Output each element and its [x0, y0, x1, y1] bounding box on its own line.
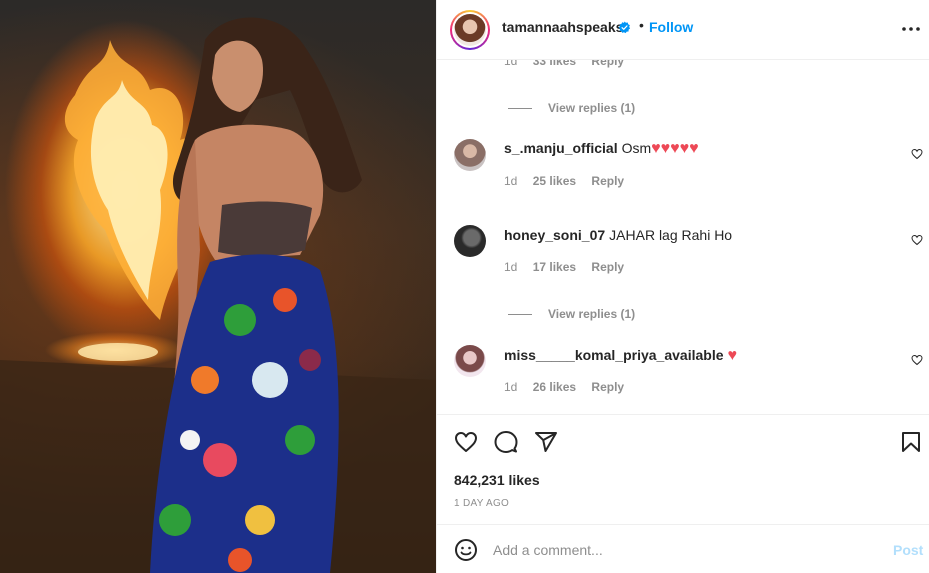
header-separator: •: [639, 17, 644, 33]
view-replies-button[interactable]: View replies (1): [508, 307, 635, 321]
comment-meta: 1d 25 likes Reply: [504, 174, 636, 188]
post-header: tamannaahspeaks • Follow: [437, 0, 929, 60]
view-replies-button[interactable]: View replies (1): [508, 101, 635, 115]
comment-time: 1d: [504, 380, 518, 394]
verified-badge-icon: [618, 21, 631, 34]
post-photo-illustration: [0, 17, 436, 573]
comment-username[interactable]: miss_____komal_priya_available: [504, 347, 724, 363]
comment-username[interactable]: honey_soni_07: [504, 227, 605, 243]
author-avatar[interactable]: [450, 10, 490, 50]
comment-input[interactable]: [493, 539, 873, 561]
comment-text: s_.manju_official Osm♥♥♥♥♥: [504, 140, 699, 158]
post-comment-button[interactable]: Post: [893, 542, 923, 558]
comment-body: ♥: [727, 347, 738, 364]
comment-meta: 1d 26 likes Reply: [504, 380, 636, 394]
like-comment-heart-icon[interactable]: [911, 234, 923, 246]
view-replies-line: [508, 107, 532, 109]
comment-likes[interactable]: 25 likes: [533, 174, 576, 188]
comment-avatar[interactable]: [454, 345, 486, 377]
view-replies-label: View replies (1): [548, 101, 636, 115]
post-likes-count[interactable]: 842,231 likes: [454, 472, 540, 488]
comment-likes[interactable]: 26 likes: [533, 380, 576, 394]
post-timestamp: 1 DAY AGO: [454, 498, 510, 509]
like-comment-heart-icon[interactable]: [911, 148, 923, 160]
bookmark-icon[interactable]: [899, 430, 923, 454]
reply-button[interactable]: Reply: [591, 174, 624, 188]
comment-meta: 1d 17 likes Reply: [504, 260, 636, 274]
post-photo[interactable]: [0, 0, 436, 573]
comment-meta: 1d 33 likes Reply: [504, 60, 636, 68]
heart-icon[interactable]: [454, 430, 478, 454]
view-replies-label: View replies (1): [548, 307, 636, 321]
comment-likes[interactable]: 33 likes: [533, 60, 576, 68]
comment-avatar[interactable]: [454, 139, 486, 171]
like-comment-heart-icon[interactable]: [911, 354, 923, 366]
comment-text: honey_soni_07 JAHAR lag Rahi Ho: [504, 227, 732, 243]
follow-button[interactable]: Follow: [649, 19, 693, 35]
post-actions: 842,231 likes 1 DAY AGO: [437, 414, 929, 524]
emoji-icon[interactable]: [454, 538, 478, 562]
comments-list[interactable]: 1d 33 likes Reply View replies (1) s_.ma…: [437, 60, 929, 414]
reply-button[interactable]: Reply: [591, 380, 624, 394]
comment-text: miss_____komal_priya_available ♥: [504, 347, 737, 365]
comment-time: 1d: [504, 60, 518, 68]
comment-time: 1d: [504, 174, 518, 188]
comment-icon[interactable]: [494, 430, 518, 454]
comment-avatar[interactable]: [454, 225, 486, 257]
more-options-icon[interactable]: [900, 19, 922, 39]
comment-body: Osm♥♥♥♥♥: [621, 140, 699, 157]
reply-button[interactable]: Reply: [591, 260, 624, 274]
comment-body: JAHAR lag Rahi Ho: [609, 227, 733, 243]
author-username[interactable]: tamannaahspeaks: [502, 19, 623, 35]
comment-time: 1d: [504, 260, 518, 274]
reply-button[interactable]: Reply: [591, 60, 624, 68]
post-side-panel: tamannaahspeaks • Follow 1d 33 likes Rep…: [436, 0, 929, 573]
add-comment-bar: Post: [437, 524, 929, 573]
share-icon[interactable]: [534, 430, 558, 454]
comment-likes[interactable]: 17 likes: [533, 260, 576, 274]
comment-username[interactable]: s_.manju_official: [504, 140, 618, 156]
view-replies-line: [508, 313, 532, 315]
